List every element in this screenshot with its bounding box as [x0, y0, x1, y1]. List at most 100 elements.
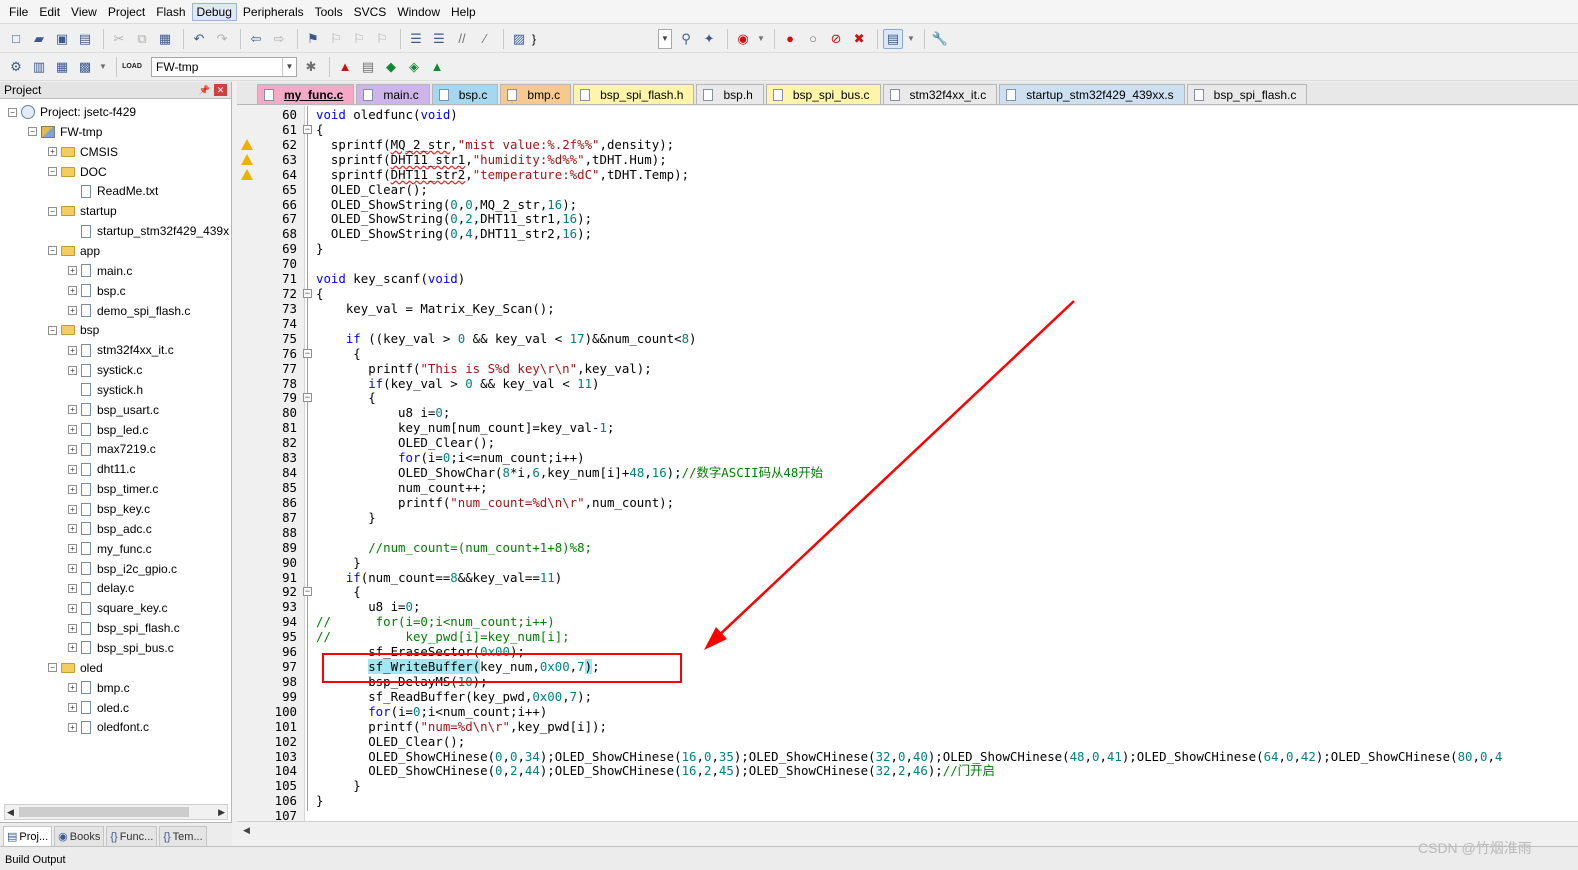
- tree-item-file[interactable]: + bsp_usart.c: [68, 400, 159, 420]
- tree-item-file[interactable]: + oledfont.c: [68, 717, 149, 737]
- navigate-back-icon[interactable]: ⇦: [246, 29, 266, 49]
- menu-help[interactable]: Help: [446, 3, 481, 21]
- tree-item-file[interactable]: ReadMe.txt: [68, 181, 158, 201]
- expand-icon[interactable]: +: [68, 583, 77, 593]
- collapse-icon[interactable]: −: [8, 107, 17, 117]
- menu-window[interactable]: Window: [392, 3, 445, 21]
- tree-item-file[interactable]: + bsp_spi_flash.c: [68, 618, 180, 638]
- manage-books-icon[interactable]: ▤: [358, 57, 378, 77]
- menu-file[interactable]: File: [4, 3, 33, 21]
- tree-item-file[interactable]: + bsp_key.c: [68, 499, 150, 519]
- navigate-forward-icon[interactable]: ⇨: [269, 29, 289, 49]
- kill-all-breakpoints-icon[interactable]: ✖: [849, 29, 869, 49]
- fold-toggle-icon[interactable]: −: [303, 348, 312, 358]
- expand-icon[interactable]: +: [68, 484, 77, 494]
- save-all-icon[interactable]: ▤: [75, 29, 95, 49]
- pack-installer-icon[interactable]: ◈: [404, 57, 424, 77]
- panel-tab-proj[interactable]: ▤ Proj...: [3, 826, 53, 846]
- scroll-left-icon[interactable]: ◀: [243, 825, 250, 836]
- panel-tab-tem[interactable]: {} Tem...: [159, 826, 207, 846]
- expand-icon[interactable]: +: [48, 147, 57, 157]
- find-in-files-icon[interactable]: ▨: [509, 29, 529, 49]
- prev-bookmark-icon[interactable]: ⚐: [326, 29, 346, 49]
- cut-icon[interactable]: ✂: [109, 29, 129, 49]
- pin-icon[interactable]: 📌: [198, 84, 211, 96]
- run-time-environment-icon[interactable]: ▲: [427, 57, 447, 77]
- close-icon[interactable]: ✕: [214, 84, 227, 96]
- expand-icon[interactable]: +: [68, 444, 77, 454]
- tree-item-file[interactable]: + bsp_led.c: [68, 420, 148, 440]
- disable-all-breakpoints-icon[interactable]: ⊘: [826, 29, 846, 49]
- bookmark-icon[interactable]: ⚑: [303, 29, 323, 49]
- indent-icon[interactable]: ☰: [406, 29, 426, 49]
- expand-icon[interactable]: +: [68, 425, 77, 435]
- disable-breakpoint-icon[interactable]: ○: [803, 29, 823, 49]
- breakpoint-icon[interactable]: ●: [780, 29, 800, 49]
- code-editor[interactable]: 60 void oledfunc(void) 61−{62 sprintf(MQ_2…: [237, 106, 1578, 821]
- tree-item-file[interactable]: + dht11.c: [68, 459, 135, 479]
- expand-icon[interactable]: +: [68, 405, 77, 415]
- tree-item-folder[interactable]: − bsp: [48, 320, 99, 340]
- menu-peripherals[interactable]: Peripherals: [238, 3, 309, 21]
- tree-item-folder[interactable]: + CMSIS: [48, 142, 118, 162]
- tree-item-project[interactable]: − Project: jsetc-f429: [8, 102, 136, 122]
- rebuild-icon[interactable]: ▦: [52, 57, 72, 77]
- collapse-icon[interactable]: −: [28, 127, 37, 137]
- menu-edit[interactable]: Edit: [34, 3, 65, 21]
- scroll-left-icon[interactable]: ◀: [7, 807, 14, 818]
- file-tab-bsp-c[interactable]: bsp.c: [431, 84, 499, 104]
- tree-item-file[interactable]: + oled.c: [68, 698, 129, 718]
- tree-horizontal-scrollbar[interactable]: ◀ ▶: [4, 804, 228, 820]
- find-combo[interactable]: ▼: [658, 28, 673, 49]
- expand-icon[interactable]: +: [68, 603, 77, 613]
- menu-view[interactable]: View: [66, 3, 102, 21]
- expand-icon[interactable]: +: [68, 345, 77, 355]
- tree-item-file[interactable]: + my_func.c: [68, 539, 152, 559]
- collapse-icon[interactable]: −: [48, 206, 57, 216]
- expand-icon[interactable]: +: [68, 524, 77, 534]
- tree-item-file[interactable]: + main.c: [68, 261, 132, 281]
- tree-item-file[interactable]: + bsp_i2c_gpio.c: [68, 559, 177, 579]
- scroll-right-icon[interactable]: ▶: [218, 807, 225, 818]
- find-icon[interactable]: ⚲: [676, 29, 696, 49]
- file-tab-bsp-spi-flash-h[interactable]: bsp_spi_flash.h: [573, 84, 695, 104]
- tree-item-file[interactable]: + bsp_adc.c: [68, 519, 152, 539]
- expand-icon[interactable]: +: [68, 564, 77, 574]
- tree-item-file[interactable]: startup_stm32f429_439x: [68, 221, 229, 241]
- save-icon[interactable]: ▣: [52, 29, 72, 49]
- expand-icon[interactable]: +: [68, 266, 77, 276]
- expand-icon[interactable]: +: [68, 504, 77, 514]
- fold-toggle-icon[interactable]: −: [303, 393, 312, 403]
- file-tab-bmp-c[interactable]: bmp.c: [500, 84, 572, 104]
- tree-item-target[interactable]: − FW-tmp: [28, 122, 102, 142]
- tree-item-file[interactable]: + bmp.c: [68, 678, 130, 698]
- file-tab-bsp-h[interactable]: bsp.h: [696, 84, 764, 104]
- unindent-icon[interactable]: ☰: [429, 29, 449, 49]
- expand-icon[interactable]: +: [68, 286, 77, 296]
- comment-icon[interactable]: //: [452, 29, 472, 49]
- uncomment-icon[interactable]: ⁄: [475, 29, 495, 49]
- expand-icon[interactable]: +: [68, 464, 77, 474]
- panel-tab-func[interactable]: {} Func...: [106, 826, 158, 846]
- copy-icon[interactable]: ⧉: [132, 29, 152, 49]
- open-file-icon[interactable]: ▰: [29, 29, 49, 49]
- batch-build-icon[interactable]: ▩: [75, 57, 95, 77]
- tree-item-file[interactable]: systick.h: [68, 380, 143, 400]
- expand-icon[interactable]: +: [68, 703, 77, 712]
- file-tab-my-func-c[interactable]: my_func.c: [257, 84, 355, 104]
- file-tab-bsp-spi-flash-c[interactable]: bsp_spi_flash.c: [1186, 84, 1308, 104]
- build-icon[interactable]: ▥: [29, 57, 49, 77]
- menu-debug[interactable]: Debug: [191, 2, 237, 21]
- translate-icon[interactable]: ⚙: [6, 57, 26, 77]
- tree-item-file[interactable]: + max7219.c: [68, 439, 156, 459]
- expand-icon[interactable]: +: [68, 623, 77, 633]
- editor-horizontal-scrollbar[interactable]: ◀: [237, 821, 1578, 839]
- tree-item-file[interactable]: + square_key.c: [68, 598, 167, 618]
- expand-icon[interactable]: +: [68, 683, 77, 693]
- tree-item-folder[interactable]: − app: [48, 241, 100, 261]
- tree-item-file[interactable]: + delay.c: [68, 578, 134, 598]
- select-packs-icon[interactable]: ◆: [381, 57, 401, 77]
- expand-icon[interactable]: +: [68, 365, 77, 375]
- tree-item-folder[interactable]: − oled: [48, 658, 103, 678]
- target-select[interactable]: FW-tmp ▼: [151, 56, 297, 77]
